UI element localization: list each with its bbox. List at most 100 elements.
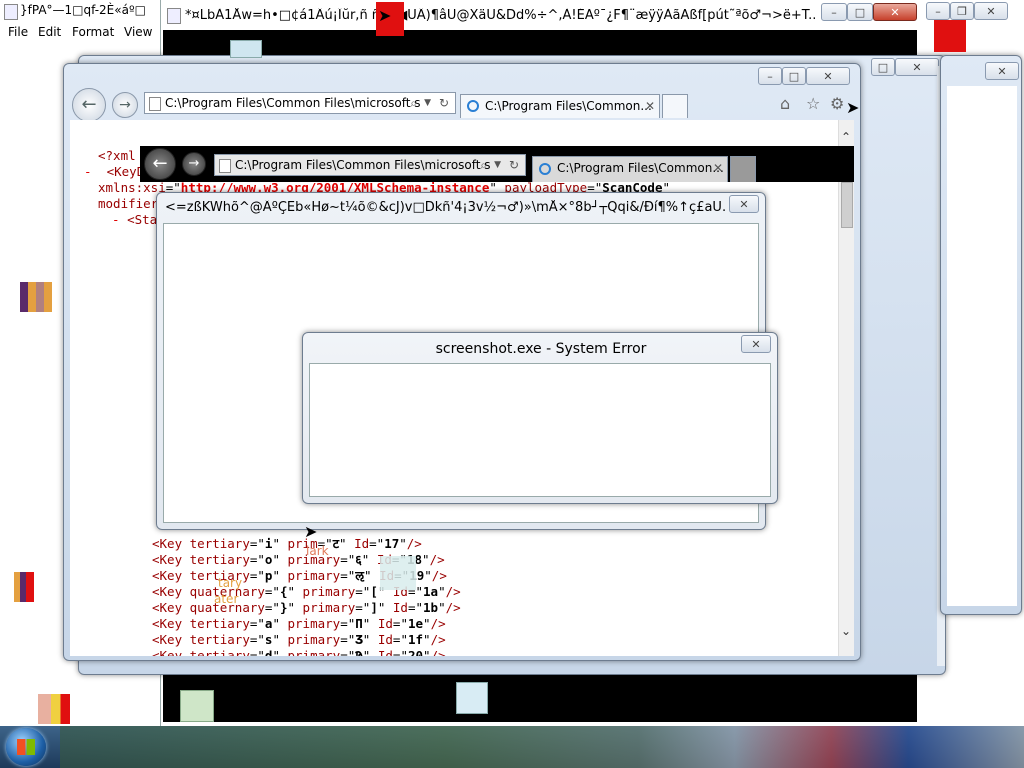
menu-format[interactable]: Format xyxy=(72,25,114,39)
favorites-icon[interactable]: ☆ xyxy=(806,94,820,113)
ie-back-address-text: C:\Program Files\Common Files\microsoft … xyxy=(165,96,421,110)
panel-max-button[interactable]: □ xyxy=(871,58,895,76)
xmlns-attr: xmlns:xsi xyxy=(98,180,166,195)
ie-front-forward-button[interactable]: → xyxy=(182,152,206,176)
key-row: <Key quaternary="}" primary="]" Id="1b"/… xyxy=(152,600,461,615)
page-icon xyxy=(149,97,161,111)
right-frame-close-button[interactable]: ✕ xyxy=(985,62,1019,80)
ie-front-address-text: C:\Program Files\Common Files\microsoft … xyxy=(235,158,491,172)
home-icon[interactable]: ⌂ xyxy=(780,94,790,113)
ie-back-new-tab-button[interactable] xyxy=(662,94,688,118)
error-dialog-close-button[interactable]: ✕ xyxy=(741,335,771,353)
key-row: <Key tertiary="a" primary="Π" Id="1e"/> xyxy=(152,616,446,631)
dropdown-icon[interactable]: ▼ xyxy=(494,155,501,175)
ie-back-close-button[interactable]: ✕ xyxy=(806,67,850,85)
menu-file[interactable]: File xyxy=(8,25,28,39)
cursor-icon: ➤ xyxy=(304,522,318,541)
menu-view[interactable]: View xyxy=(124,25,152,39)
key-row: <Key tertiary="i" prim="ट" Id="17"/> xyxy=(152,536,422,551)
ie-back-address-bar[interactable]: C:\Program Files\Common Files\microsoft … xyxy=(144,92,456,114)
error-dialog-body xyxy=(309,363,771,497)
notepad-window: }fPA°—1□qf-2È«áº□ File Edit Format View xyxy=(0,0,160,40)
top-minimize-button[interactable]: – xyxy=(821,3,847,21)
top-window-titlebar: *¤LbÀ1Åw=h•□¢á1Âú¡Îŭr,ñ ñ¶Â◀ÙÂ)¶âÜ@XäÚ&D… xyxy=(161,0,921,30)
top-window-bottom-band xyxy=(163,672,917,722)
notepad-icon xyxy=(4,4,18,20)
tab-close-icon[interactable]: ✕ xyxy=(645,95,655,117)
scroll-thumb[interactable] xyxy=(841,182,853,228)
ie-back-back-button[interactable]: ← xyxy=(72,88,106,122)
ie-back-forward-button[interactable]: → xyxy=(112,92,138,118)
ie-front-new-tab-button[interactable] xyxy=(730,156,756,182)
modifier-attr: modifier xyxy=(98,196,159,211)
top-close-button[interactable]: ✕ xyxy=(873,3,917,21)
glitch-stripe-3 xyxy=(38,694,70,724)
glitch-thumb-4 xyxy=(380,556,416,590)
garbled-dialog-title: <=zßKWhõ^@ÂºÇËb«Hø~t¼õ©&cJ)v□Dkñ'4¡3v½¬♂… xyxy=(165,200,725,215)
ie-logo-icon xyxy=(467,100,479,112)
right-window-restore-button[interactable]: ❐ xyxy=(950,2,974,20)
ie-back-maximize-button[interactable]: □ xyxy=(782,67,806,85)
search-icon[interactable]: ⌕ xyxy=(410,93,417,113)
gear-icon[interactable]: ⚙ xyxy=(830,94,844,113)
menu-edit[interactable]: Edit xyxy=(38,25,61,39)
state-tag: <Sta xyxy=(127,212,158,227)
windows-logo-icon xyxy=(17,739,35,755)
glitch-stripe-2 xyxy=(14,572,34,602)
cursor-icon: ➤ xyxy=(378,6,392,25)
ie-front-tab-label: C:\Program Files\Common... xyxy=(557,161,724,175)
xml-line-state: - <Sta xyxy=(112,212,157,228)
right-window-minimize-button[interactable]: – xyxy=(926,2,950,20)
wallpaper-strip xyxy=(60,726,1024,768)
ie-front-tab[interactable]: C:\Program Files\Common... ✕ xyxy=(532,156,728,182)
glitch-red-block-right xyxy=(934,20,966,52)
refresh-icon[interactable]: ↻ xyxy=(509,155,519,175)
glitch-thumb-1 xyxy=(230,40,262,58)
right-frame: ✕ xyxy=(940,55,1022,615)
search-icon[interactable]: ⌕ xyxy=(480,155,487,175)
key-row: <Key tertiary="d" primary="Ϡ" Id="20"/> xyxy=(152,648,446,656)
panel-close-button[interactable]: ✕ xyxy=(895,58,939,76)
notepad-menubar: File Edit Format View xyxy=(0,24,160,42)
scroll-down-icon[interactable]: ⌄ xyxy=(841,624,851,638)
dropdown-icon[interactable]: ▼ xyxy=(424,93,431,113)
taskbar xyxy=(0,726,1024,768)
refresh-icon[interactable]: ↻ xyxy=(439,93,449,113)
notepad-title: }fPA°—1□qf-2È«áº□ xyxy=(20,3,146,17)
scroll-up-icon[interactable]: ⌃ xyxy=(841,130,851,144)
ie-front-address-bar[interactable]: C:\Program Files\Common Files\microsoft … xyxy=(214,154,526,176)
glitch-text-b: ater xyxy=(214,592,239,606)
error-dialog-title: screenshot.exe - System Error xyxy=(435,341,647,357)
ie-logo-icon xyxy=(539,163,551,175)
error-dialog: screenshot.exe - System Error ✕ xyxy=(302,332,778,504)
ie-back-minimize-button[interactable]: – xyxy=(758,67,782,85)
garbled-dialog-close-button[interactable]: ✕ xyxy=(729,195,759,213)
glitch-stripe-1 xyxy=(20,282,52,312)
glitch-text-c: lark xyxy=(306,544,329,558)
collapse-minus[interactable]: - xyxy=(84,164,92,179)
top-window-title: *¤LbÀ1Åw=h•□¢á1Âú¡Îŭr,ñ ñ¶Â◀ÙÂ)¶âÜ@XäÚ&D… xyxy=(185,8,815,23)
xml-line-root: - <KeyD xyxy=(84,164,144,180)
collapse-minus-2[interactable]: - xyxy=(112,212,120,227)
xml-root-tag: <KeyD xyxy=(106,164,145,179)
vertical-scrollbar[interactable]: ⌃ ⌄ xyxy=(838,120,854,656)
ie-front-back-button[interactable]: ← xyxy=(144,148,176,180)
xml-line-modifier: modifier xyxy=(98,196,158,212)
right-frame-body xyxy=(947,86,1017,606)
right-window-close-button[interactable]: ✕ xyxy=(974,2,1008,20)
key-row: <Key tertiary="s" primary="Ʒ" Id="1f"/> xyxy=(152,632,446,647)
xml-pi: <?xml xyxy=(98,148,136,163)
ie-back-tab-label: C:\Program Files\Common... xyxy=(485,99,652,113)
top-maximize-button[interactable]: □ xyxy=(847,3,873,21)
glitch-thumb-3 xyxy=(456,682,488,714)
top-window-icon xyxy=(167,8,181,24)
xml-line-pi: <?xml xyxy=(98,148,136,164)
glitch-text-a: tary xyxy=(218,576,243,590)
glitch-thumb-2 xyxy=(180,690,214,722)
page-icon xyxy=(219,159,231,173)
notepad-titlebar: }fPA°—1□qf-2È«áº□ xyxy=(0,0,160,22)
ie-back-tab[interactable]: C:\Program Files\Common... ✕ xyxy=(460,94,660,118)
start-button[interactable] xyxy=(6,728,46,766)
tab-close-icon[interactable]: ✕ xyxy=(713,157,723,179)
ie-front-toolbar: ← → C:\Program Files\Common Files\micros… xyxy=(140,146,854,182)
